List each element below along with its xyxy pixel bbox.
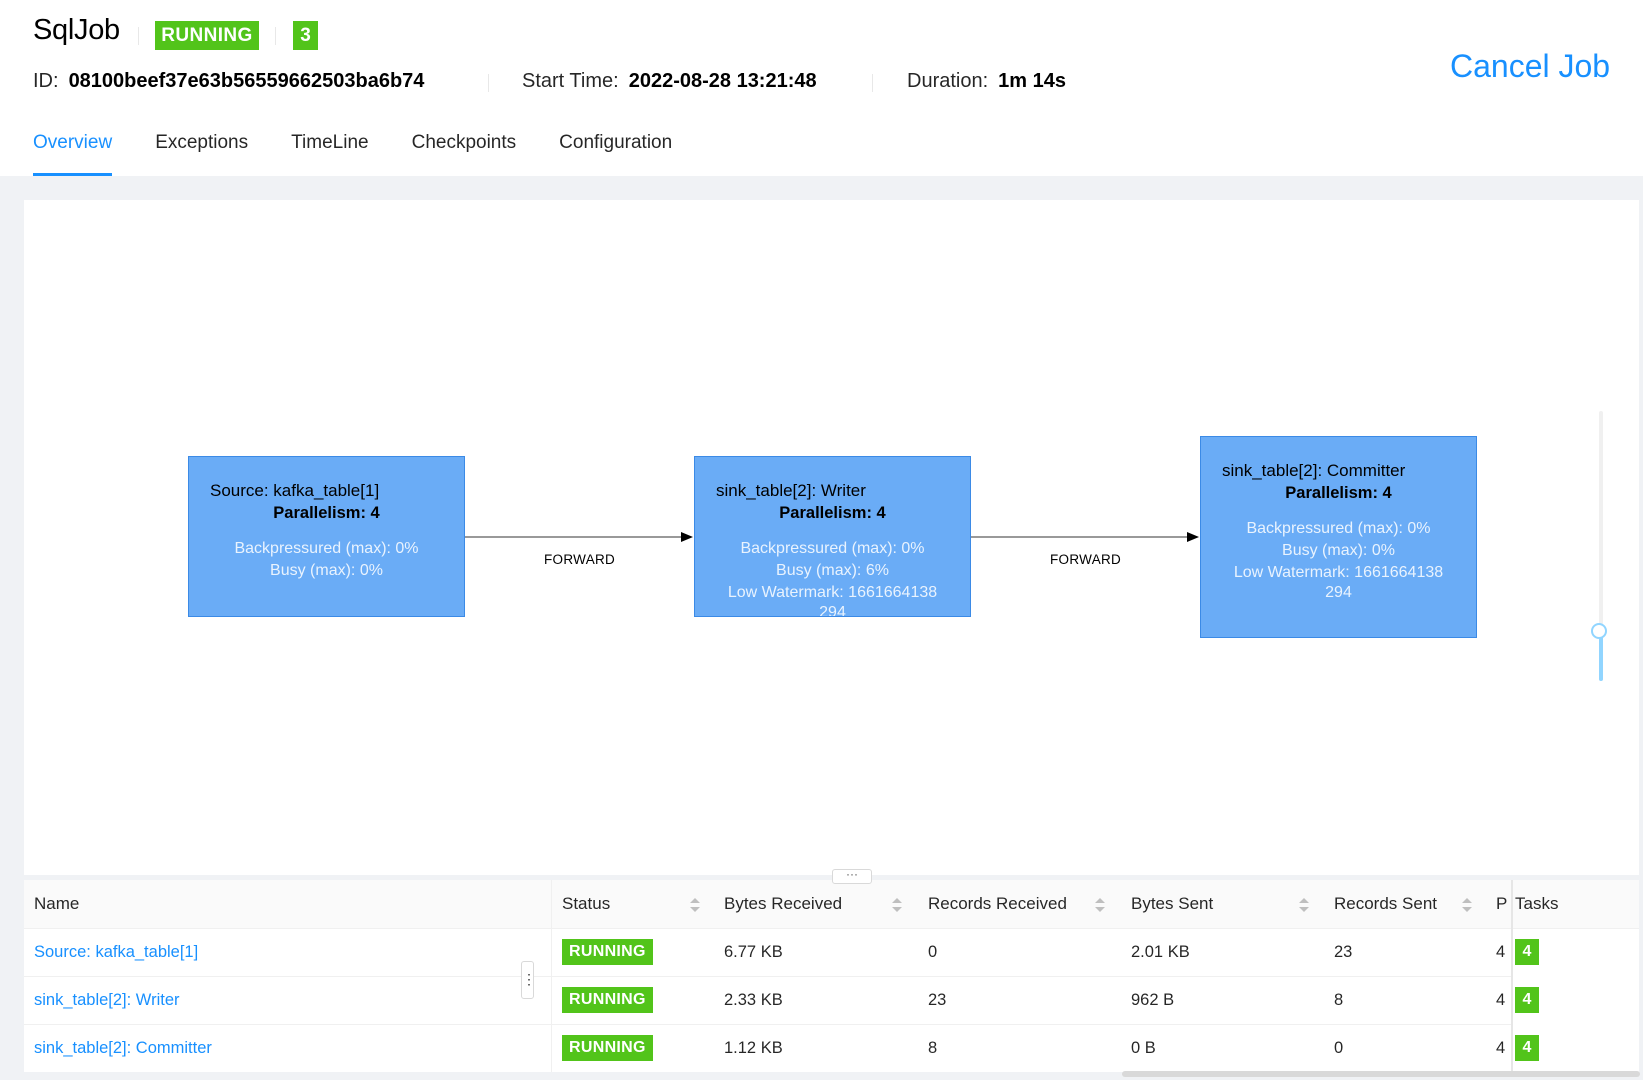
records-sent-cell: 23 bbox=[1334, 942, 1353, 961]
bytes-received-cell: 6.77 KB bbox=[724, 942, 783, 961]
vertex-name-link[interactable]: Source: kafka_table[1] bbox=[34, 928, 198, 976]
bytes-sent-cell: 962 B bbox=[1131, 990, 1175, 1009]
sort-icon[interactable] bbox=[690, 898, 700, 912]
node-title: Source: kafka_table[1] bbox=[210, 481, 380, 500]
panel-resize-handle[interactable]: ··· bbox=[832, 868, 872, 884]
bytes-received-cell: 2.33 KB bbox=[724, 990, 783, 1009]
table-row[interactable]: sink_table[2]: Writer RUNNING 2.33 KB 23… bbox=[24, 976, 1639, 1025]
parallelism-cell: 4 bbox=[1496, 1038, 1506, 1057]
col-header-records-received[interactable]: Records Received bbox=[928, 880, 1067, 928]
node-busy: Busy (max): 0% bbox=[270, 562, 383, 579]
records-received-cell: 23 bbox=[928, 990, 947, 1009]
records-sent-cell: 8 bbox=[1334, 990, 1344, 1009]
parallelism-cell: 4 bbox=[1496, 990, 1506, 1009]
col-header-tasks[interactable]: Tasks bbox=[1515, 880, 1558, 928]
node-low-watermark: Low Watermark: 1661664138 bbox=[1233, 564, 1444, 581]
vertex-name-link[interactable]: sink_table[2]: Committer bbox=[34, 1024, 212, 1072]
column-resize-handle[interactable]: ⋮ bbox=[521, 961, 536, 999]
col-header-records-sent[interactable]: Records Sent bbox=[1334, 880, 1437, 928]
tasks-fixed-column: Tasks 4 4 4 bbox=[1513, 880, 1639, 1072]
sort-icon[interactable] bbox=[1462, 898, 1472, 912]
node-busy: Busy (max): 6% bbox=[776, 562, 889, 579]
table-header-row: Name Status Bytes Received Records Recei… bbox=[24, 880, 1639, 929]
vertex-table: Name Status Bytes Received Records Recei… bbox=[24, 880, 1639, 1072]
records-received-cell: 0 bbox=[928, 942, 938, 961]
records-sent-cell: 0 bbox=[1334, 1038, 1344, 1057]
node-title: sink_table[2]: Committer bbox=[1222, 461, 1406, 480]
node-title: sink_table[2]: Writer bbox=[716, 481, 866, 500]
col-header-name[interactable]: Name bbox=[34, 880, 79, 928]
bytes-received-cell: 1.12 KB bbox=[724, 1038, 783, 1057]
sort-icon[interactable] bbox=[1299, 898, 1309, 912]
edge-label-forward-2: FORWARD bbox=[1050, 552, 1122, 567]
horizontal-scrollbar[interactable] bbox=[1122, 1071, 1640, 1077]
node-low-watermark-cont: 294 bbox=[1325, 584, 1352, 601]
zoom-slider-handle[interactable] bbox=[1591, 623, 1607, 639]
table-row[interactable]: Source: kafka_table[1] RUNNING 6.77 KB 0… bbox=[24, 928, 1639, 977]
node-parallelism: Parallelism: 4 bbox=[273, 504, 380, 522]
col-header-bytes-sent[interactable]: Bytes Sent bbox=[1131, 880, 1213, 928]
node-backpressure: Backpressured (max): 0% bbox=[234, 540, 419, 557]
tasks-count-badge: 4 bbox=[1515, 939, 1539, 965]
records-received-cell: 8 bbox=[928, 1038, 938, 1057]
bytes-sent-cell: 0 B bbox=[1131, 1038, 1156, 1057]
sort-icon[interactable] bbox=[1095, 898, 1105, 912]
status-badge: RUNNING bbox=[562, 1035, 653, 1061]
status-badge: RUNNING bbox=[562, 987, 653, 1013]
node-parallelism: Parallelism: 4 bbox=[1285, 484, 1392, 502]
col-header-status[interactable]: Status bbox=[562, 880, 610, 928]
parallelism-cell: 4 bbox=[1496, 942, 1506, 961]
status-badge: RUNNING bbox=[562, 939, 653, 965]
sort-icon[interactable] bbox=[892, 898, 902, 912]
node-low-watermark-cont: 294 bbox=[819, 604, 846, 617]
zoom-slider-fill bbox=[1599, 632, 1603, 681]
node-backpressure: Backpressured (max): 0% bbox=[1246, 520, 1431, 537]
col-header-bytes-received[interactable]: Bytes Received bbox=[724, 880, 842, 928]
node-busy: Busy (max): 0% bbox=[1282, 542, 1395, 559]
node-low-watermark: Low Watermark: 1661664138 bbox=[727, 584, 938, 601]
graph-node-committer[interactable]: sink_table[2]: Committer Parallelism: 4 … bbox=[1200, 436, 1477, 638]
node-parallelism: Parallelism: 4 bbox=[779, 504, 886, 522]
graph-node-writer[interactable]: sink_table[2]: Writer Parallelism: 4 Bac… bbox=[694, 456, 971, 617]
node-backpressure: Backpressured (max): 0% bbox=[740, 540, 925, 557]
vertex-name-link[interactable]: sink_table[2]: Writer bbox=[34, 976, 180, 1024]
tasks-count-badge: 4 bbox=[1515, 987, 1539, 1013]
edge-label-forward-1: FORWARD bbox=[544, 552, 616, 567]
table-row[interactable]: sink_table[2]: Committer RUNNING 1.12 KB… bbox=[24, 1024, 1639, 1072]
col-header-parallelism[interactable]: P bbox=[1496, 880, 1507, 928]
tasks-count-badge: 4 bbox=[1515, 1035, 1539, 1061]
graph-node-source[interactable]: Source: kafka_table[1] Parallelism: 4 Ba… bbox=[188, 456, 465, 617]
bytes-sent-cell: 2.01 KB bbox=[1131, 942, 1190, 961]
